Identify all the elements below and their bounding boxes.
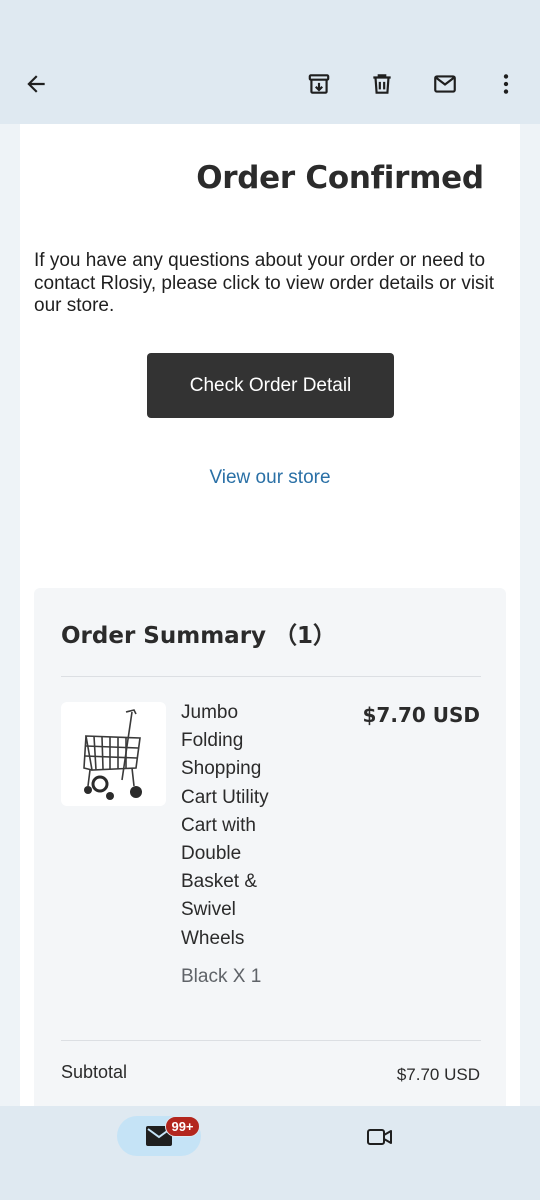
back-arrow-icon[interactable] <box>16 64 56 104</box>
product-variant: Black X 1 <box>181 966 262 987</box>
email-card: Order Confirmed If you have any question… <box>20 124 520 1106</box>
bottom-navigation: 99+ <box>0 1106 540 1200</box>
more-vert-icon[interactable] <box>486 64 526 104</box>
archive-icon[interactable] <box>299 64 339 104</box>
email-body: Order Confirmed If you have any question… <box>0 124 540 1106</box>
subtotal-label: Subtotal <box>61 1062 128 1082</box>
shopping-cart-image <box>82 709 142 800</box>
delete-icon[interactable] <box>362 64 402 104</box>
subtotal-value: $7.70 USD <box>396 1065 480 1084</box>
mark-unread-icon[interactable] <box>425 64 465 104</box>
subtotal-divider <box>61 1040 481 1041</box>
meet-tab[interactable] <box>362 1122 398 1152</box>
video-call-icon <box>367 1129 392 1145</box>
product-name[interactable]: Jumbo Folding Shopping Cart Utility Cart… <box>181 699 291 953</box>
view-store-link[interactable]: View our store <box>20 467 520 489</box>
order-summary: Order Summary （1） Jumbo Folding Shopping… <box>34 588 506 1106</box>
product-price: $7.70 USD <box>362 703 480 727</box>
app-toolbar <box>0 44 540 124</box>
unread-badge: 99+ <box>165 1116 200 1137</box>
email-intro-text: If you have any questions about your ord… <box>34 250 495 316</box>
check-order-detail-button[interactable]: Check Order Detail <box>147 353 394 418</box>
summary-divider <box>61 676 481 677</box>
status-bar <box>0 0 540 44</box>
view-store-link-label[interactable]: View our store <box>209 467 330 488</box>
product-thumbnail[interactable] <box>61 702 166 806</box>
order-summary-title: Order Summary （1） <box>61 623 337 649</box>
email-title: Order Confirmed <box>196 160 484 196</box>
